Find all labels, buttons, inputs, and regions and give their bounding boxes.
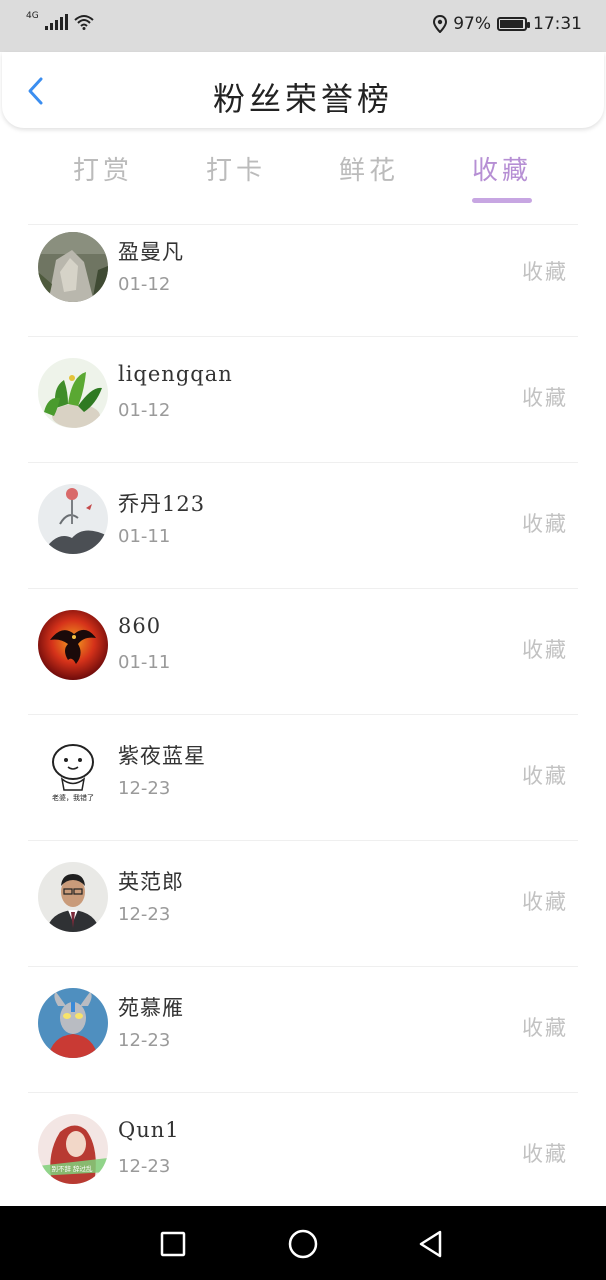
favorite-date: 01-11 bbox=[118, 526, 171, 547]
system-nav-bar bbox=[0, 1206, 606, 1280]
status-left: 4G bbox=[26, 11, 94, 30]
red-dragon-avatar bbox=[38, 610, 108, 680]
network-label: 4G bbox=[26, 11, 39, 21]
favorite-label: 收藏 bbox=[522, 890, 568, 914]
user-name: Qun1 bbox=[118, 1118, 180, 1142]
user-name: 盈曼凡 bbox=[118, 240, 184, 264]
row-divider bbox=[28, 840, 578, 841]
wifi-icon bbox=[74, 15, 94, 30]
user-name: liqengqan bbox=[118, 362, 233, 386]
status-right: 97% 17:31 bbox=[433, 14, 582, 34]
svg-text:别不辞 辞过乱: 别不辞 辞过乱 bbox=[51, 1164, 93, 1173]
app-header: 粉丝荣誉榜 bbox=[2, 52, 604, 128]
battery-percent: 97% bbox=[453, 14, 491, 34]
favorite-date: 12-23 bbox=[118, 904, 171, 925]
user-name: 紫夜蓝星 bbox=[118, 744, 206, 768]
row-divider bbox=[28, 588, 578, 589]
favorite-date: 12-23 bbox=[118, 778, 171, 799]
location-icon bbox=[433, 15, 448, 33]
status-bar: 4G 97% 17:31 bbox=[0, 0, 606, 52]
user-name: 苑慕雁 bbox=[118, 996, 184, 1020]
rock-landscape-avatar bbox=[38, 232, 108, 302]
list-item[interactable]: 老婆，我错了 紫夜蓝星 12-23 收藏 bbox=[0, 728, 606, 854]
row-divider bbox=[28, 462, 578, 463]
favorite-label: 收藏 bbox=[522, 764, 568, 788]
user-name: 860 bbox=[118, 614, 162, 638]
favorite-label: 收藏 bbox=[522, 1016, 568, 1040]
tab-reward[interactable]: 打赏 bbox=[53, 150, 153, 187]
row-divider bbox=[28, 966, 578, 967]
back-nav-button[interactable] bbox=[413, 1226, 449, 1262]
list-item[interactable]: 盈曼凡 01-12 收藏 bbox=[0, 224, 606, 350]
circle-home-icon bbox=[288, 1229, 318, 1259]
list-item[interactable]: 860 01-11 收藏 bbox=[0, 602, 606, 728]
favorite-label: 收藏 bbox=[522, 260, 568, 284]
recents-button[interactable] bbox=[155, 1226, 191, 1262]
battery-icon bbox=[497, 17, 530, 31]
list-item[interactable]: liqengqan 01-12 收藏 bbox=[0, 350, 606, 476]
triangle-back-icon bbox=[419, 1230, 442, 1258]
row-divider bbox=[28, 714, 578, 715]
list-item[interactable]: 乔丹123 01-11 收藏 bbox=[0, 476, 606, 602]
list-item[interactable]: 苑慕雁 12-23 收藏 bbox=[0, 980, 606, 1106]
man-portrait-avatar bbox=[38, 862, 108, 932]
favorite-date: 12-23 bbox=[118, 1030, 171, 1051]
active-tab-indicator bbox=[472, 198, 532, 203]
favorite-label: 收藏 bbox=[522, 1142, 568, 1166]
page-title: 粉丝荣誉榜 bbox=[212, 80, 393, 118]
girl-red-hair-avatar: 别不辞 辞过乱 bbox=[38, 1114, 108, 1184]
favorite-date: 01-12 bbox=[118, 274, 171, 295]
favorite-label: 收藏 bbox=[522, 386, 568, 410]
signal-icon bbox=[44, 14, 68, 30]
ink-painting-avatar bbox=[38, 484, 108, 554]
row-divider bbox=[28, 1092, 578, 1093]
user-name: 乔丹123 bbox=[118, 492, 206, 516]
clock: 17:31 bbox=[533, 14, 582, 34]
tab-checkin[interactable]: 打卡 bbox=[186, 150, 286, 187]
favorite-date: 01-11 bbox=[118, 652, 171, 673]
ultraman-avatar bbox=[38, 988, 108, 1058]
favorite-label: 收藏 bbox=[522, 512, 568, 536]
favorite-date: 01-12 bbox=[118, 400, 171, 421]
home-button[interactable] bbox=[285, 1226, 321, 1262]
list-item[interactable]: 英范郎 12-23 收藏 bbox=[0, 854, 606, 980]
favorite-date: 12-23 bbox=[118, 1156, 171, 1177]
row-divider bbox=[28, 336, 578, 337]
cartoon-face-avatar: 老婆，我错了 bbox=[38, 736, 108, 806]
green-plant-avatar bbox=[38, 358, 108, 428]
tab-favorites[interactable]: 收藏 bbox=[452, 150, 552, 187]
square-recents-icon bbox=[160, 1231, 186, 1257]
svg-text:老婆，我错了: 老婆，我错了 bbox=[52, 793, 94, 802]
tab-bar: 打赏 打卡 鲜花 收藏 bbox=[0, 150, 606, 210]
user-name: 英范郎 bbox=[118, 870, 184, 894]
favorite-label: 收藏 bbox=[522, 638, 568, 662]
tab-flowers[interactable]: 鲜花 bbox=[319, 150, 419, 187]
